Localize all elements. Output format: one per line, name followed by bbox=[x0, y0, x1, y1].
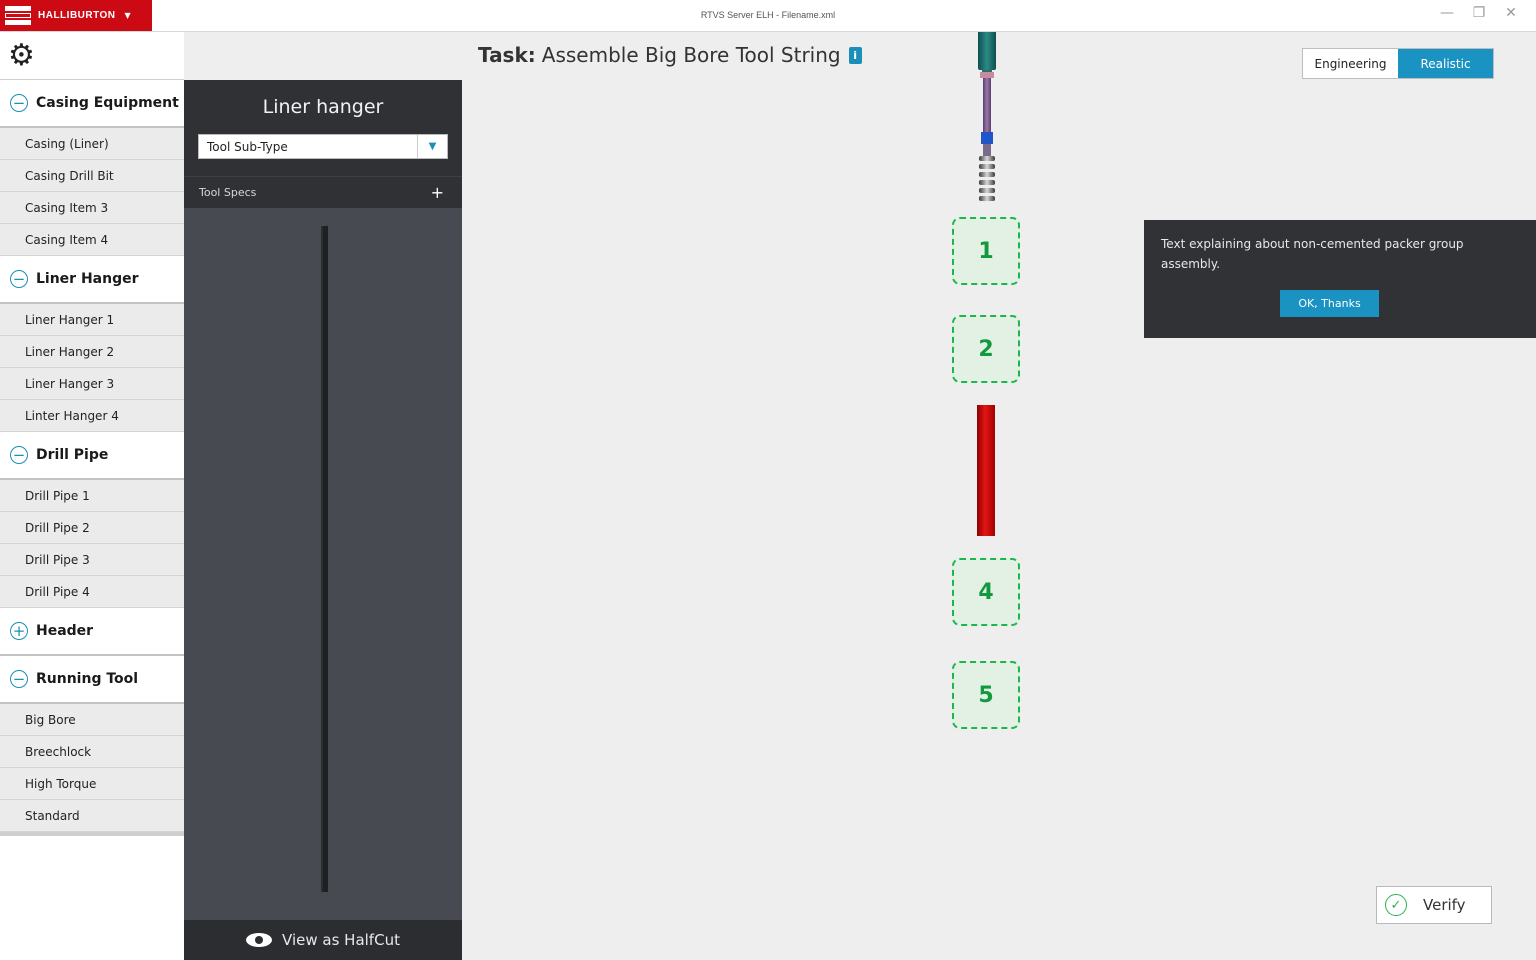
list-item[interactable]: Drill Pipe 1 bbox=[0, 480, 184, 512]
drop-slot-1[interactable]: 1 bbox=[952, 217, 1020, 285]
verify-button[interactable]: ✓ Verify bbox=[1376, 886, 1492, 924]
list-item[interactable]: Liner Hanger 1 bbox=[0, 304, 184, 336]
group-casing-equipment[interactable]: − Casing Equipment bbox=[0, 80, 184, 128]
gear-icon[interactable]: ⚙ bbox=[8, 40, 35, 71]
list-item[interactable]: Big Bore bbox=[0, 704, 184, 736]
ok-thanks-button[interactable]: OK, Thanks bbox=[1280, 290, 1379, 317]
tool-detail-panel: Liner hanger Tool Sub-Type ▼ Tool Specs … bbox=[184, 80, 462, 960]
collapse-icon: − bbox=[10, 270, 28, 288]
window-title: RTVS Server ELH - Filename.xml bbox=[700, 10, 836, 20]
list-item[interactable]: Casing Drill Bit bbox=[0, 160, 184, 192]
tool-string-thread bbox=[979, 156, 995, 204]
verify-label: Verify bbox=[1423, 896, 1466, 914]
minimize-button[interactable]: — bbox=[1438, 5, 1456, 21]
eye-icon bbox=[246, 933, 273, 947]
assembly-workspace: Task: Assemble Big Bore Tool String i En… bbox=[462, 32, 1536, 960]
select-value: Tool Sub-Type bbox=[207, 139, 288, 154]
group-label: Casing Equipment bbox=[36, 95, 179, 111]
collapse-icon: − bbox=[10, 670, 28, 688]
group-running-tool[interactable]: − Running Tool bbox=[0, 656, 184, 704]
restore-button[interactable]: ❐ bbox=[1470, 5, 1488, 21]
group-drill-pipe[interactable]: − Drill Pipe bbox=[0, 432, 184, 480]
list-item[interactable]: Breechlock bbox=[0, 736, 184, 768]
list-item[interactable]: Casing (Liner) bbox=[0, 128, 184, 160]
group-label: Drill Pipe bbox=[36, 447, 109, 463]
chevron-down-icon[interactable]: ▼ bbox=[417, 135, 447, 158]
task-name: Assemble Big Bore Tool String bbox=[541, 43, 841, 67]
tool-specs-section[interactable]: Tool Specs + bbox=[184, 176, 462, 208]
close-button[interactable]: ✕ bbox=[1502, 5, 1520, 21]
tool-subtype-select[interactable]: Tool Sub-Type ▼ bbox=[198, 134, 448, 159]
sidebar-divider bbox=[0, 832, 184, 836]
list-item[interactable]: Drill Pipe 3 bbox=[0, 544, 184, 576]
placed-tool-red-pipe[interactable] bbox=[977, 405, 995, 536]
list-item[interactable]: Casing Item 4 bbox=[0, 224, 184, 256]
list-item[interactable]: Liner Hanger 2 bbox=[0, 336, 184, 368]
settings-row: ⚙ bbox=[0, 32, 184, 80]
tool-string-pin bbox=[983, 144, 991, 156]
group-label: Running Tool bbox=[36, 671, 139, 687]
list-item[interactable]: High Torque bbox=[0, 768, 184, 800]
list-item[interactable]: Standard bbox=[0, 800, 184, 832]
list-item[interactable]: Drill Pipe 2 bbox=[0, 512, 184, 544]
group-label: Liner Hanger bbox=[36, 271, 139, 287]
tooltip-text: Text explaining about non-cemented packe… bbox=[1161, 237, 1464, 271]
view-halfcut-button[interactable]: View as HalfCut bbox=[184, 920, 462, 960]
task-prefix: Task: bbox=[478, 43, 536, 67]
view-halfcut-label: View as HalfCut bbox=[282, 931, 400, 949]
tool-preview-image bbox=[321, 226, 328, 892]
list-item[interactable]: Linter Hanger 4 bbox=[0, 400, 184, 432]
tool-panel-title: Liner hanger bbox=[262, 96, 384, 118]
title-bar: HALLIBURTON ▼ RTVS Server ELH - Filename… bbox=[0, 0, 1536, 32]
drop-slot-5[interactable]: 5 bbox=[952, 661, 1020, 729]
tool-string-coupling bbox=[981, 132, 993, 144]
tool-string-mandrel[interactable] bbox=[983, 78, 991, 132]
plus-icon[interactable]: + bbox=[431, 183, 444, 202]
drop-slot-2[interactable]: 2 bbox=[952, 315, 1020, 383]
engineering-view-button[interactable]: Engineering bbox=[1303, 49, 1398, 78]
tool-panel-header: Liner hanger bbox=[184, 80, 462, 176]
group-label: Header bbox=[36, 623, 94, 639]
list-item[interactable]: Drill Pipe 4 bbox=[0, 576, 184, 608]
tool-string-top-sub[interactable] bbox=[978, 32, 996, 70]
group-liner-hanger[interactable]: − Liner Hanger bbox=[0, 256, 184, 304]
help-tooltip: Text explaining about non-cemented packe… bbox=[1144, 220, 1536, 338]
realistic-view-button[interactable]: Realistic bbox=[1398, 49, 1493, 78]
collapse-icon: − bbox=[10, 446, 28, 464]
task-title: Task: Assemble Big Bore Tool String i bbox=[478, 43, 862, 67]
tool-specs-label: Tool Specs bbox=[199, 186, 257, 199]
group-header[interactable]: + Header bbox=[0, 608, 184, 656]
check-circle-icon: ✓ bbox=[1385, 894, 1407, 916]
equipment-sidebar: ⚙ − Casing Equipment Casing (Liner) Casi… bbox=[0, 32, 184, 960]
drop-slot-4[interactable]: 4 bbox=[952, 558, 1020, 626]
window-controls: — ❐ ✕ bbox=[1438, 5, 1520, 21]
view-mode-toggle: Engineering Realistic bbox=[1302, 48, 1494, 79]
expand-icon: + bbox=[10, 622, 28, 640]
list-item[interactable]: Liner Hanger 3 bbox=[0, 368, 184, 400]
collapse-icon: − bbox=[10, 94, 28, 112]
list-item[interactable]: Casing Item 3 bbox=[0, 192, 184, 224]
info-icon[interactable]: i bbox=[848, 46, 862, 64]
